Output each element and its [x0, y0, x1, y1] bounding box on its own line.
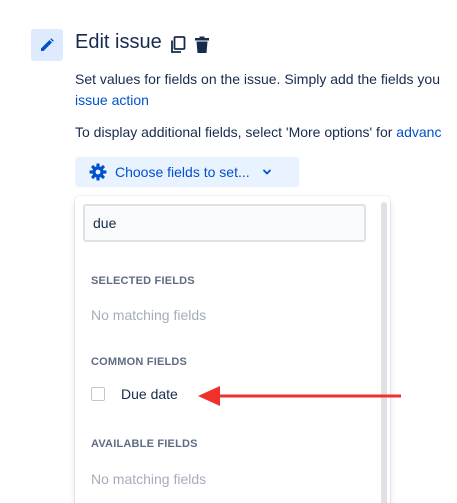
due-date-label: Due date [121, 386, 178, 402]
gear-icon [89, 163, 107, 181]
more-options-label: To display additional fields, select 'Mo… [75, 124, 397, 140]
selected-fields-empty: No matching fields [91, 307, 207, 323]
advanced-link[interactable]: advanc [396, 124, 441, 140]
description-line-1: Set values for fields on the issue. Simp… [75, 71, 440, 87]
choose-fields-button[interactable]: Choose fields to set... [75, 157, 299, 187]
issue-action-link[interactable]: issue action [75, 92, 149, 108]
pencil-icon [31, 29, 63, 61]
trash-icon[interactable] [193, 35, 211, 55]
chevron-down-icon [262, 167, 272, 177]
description-text: Set values for fields on the issue. Simp… [75, 69, 457, 111]
due-date-option[interactable]: Due date [91, 386, 178, 402]
common-fields-heading: COMMON FIELDS [91, 356, 188, 368]
choose-fields-label: Choose fields to set... [115, 164, 250, 180]
edit-issue-page: Edit issue Set values for fields on the … [0, 0, 457, 503]
dropdown-scrollbar[interactable] [381, 202, 387, 503]
copy-icon[interactable] [169, 35, 187, 55]
fields-dropdown: SELECTED FIELDS No matching fields COMMO… [75, 196, 390, 503]
more-options-text: To display additional fields, select 'Mo… [75, 122, 441, 142]
available-fields-heading: AVAILABLE FIELDS [91, 438, 198, 450]
field-search-input[interactable] [83, 204, 366, 242]
selected-fields-heading: SELECTED FIELDS [91, 275, 195, 287]
due-date-checkbox[interactable] [91, 387, 105, 401]
annotation-arrow-icon [198, 386, 401, 406]
available-fields-empty: No matching fields [91, 471, 207, 487]
page-title: Edit issue [75, 31, 162, 53]
